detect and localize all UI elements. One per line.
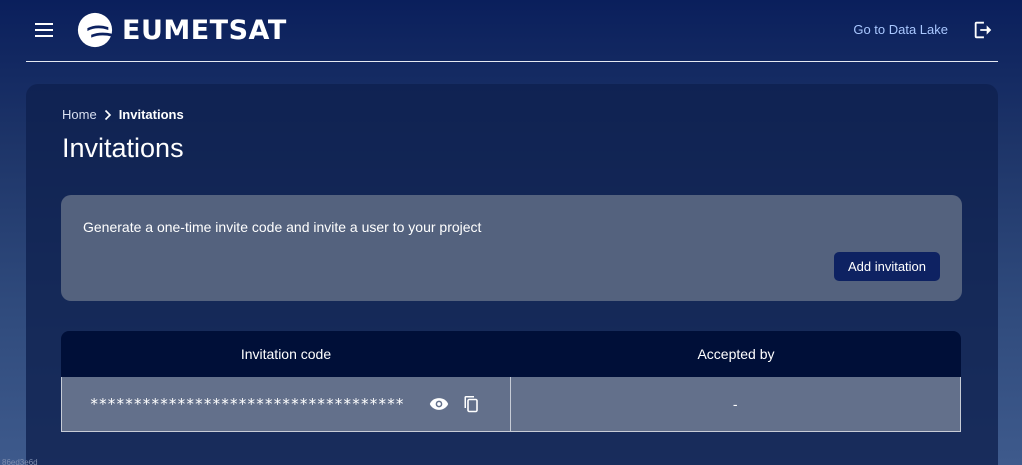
top-app-bar: EUMETSAT Go to Data Lake xyxy=(0,0,1022,62)
add-invitation-button[interactable]: Add invitation xyxy=(834,252,940,281)
eumetsat-logo-icon xyxy=(77,12,113,48)
breadcrumb: Home Invitations xyxy=(62,107,184,122)
invitations-table: Invitation code Accepted by ************… xyxy=(61,331,961,432)
logo-text: EUMETSAT xyxy=(122,14,287,46)
breadcrumb-current: Invitations xyxy=(118,107,184,122)
page-title: Invitations xyxy=(62,133,184,163)
go-to-data-lake-link[interactable]: Go to Data Lake xyxy=(853,22,948,37)
copy-icon[interactable] xyxy=(460,393,482,415)
column-header-accepted-by[interactable]: Accepted by xyxy=(511,331,961,377)
build-hash: 86ed3e6d xyxy=(2,458,38,465)
eumetsat-logo[interactable]: EUMETSAT xyxy=(76,10,287,50)
chevron-right-icon xyxy=(103,109,113,121)
column-header-invitation-code[interactable]: Invitation code xyxy=(61,331,511,377)
table-header: Invitation code Accepted by xyxy=(61,331,961,377)
eye-icon[interactable] xyxy=(428,393,450,415)
invite-description: Generate a one-time invite code and invi… xyxy=(83,219,482,235)
invitation-code-cell: ************************************ xyxy=(62,377,511,431)
accepted-by-cell: - xyxy=(732,396,738,412)
content-card: Home Invitations Invitations Generate a … xyxy=(26,84,998,465)
breadcrumb-home[interactable]: Home xyxy=(62,107,97,122)
logout-icon[interactable] xyxy=(972,19,994,41)
masked-invitation-code: ************************************ xyxy=(89,395,405,413)
menu-icon[interactable] xyxy=(30,18,58,42)
invite-info-panel: Generate a one-time invite code and invi… xyxy=(61,195,962,301)
table-row: ************************************ - xyxy=(61,377,961,432)
header-divider xyxy=(26,61,998,62)
